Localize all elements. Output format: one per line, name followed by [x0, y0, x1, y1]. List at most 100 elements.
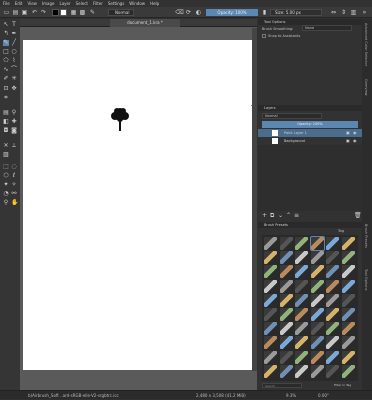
brush-preset-item[interactable]	[326, 336, 339, 350]
brush-preset-item[interactable]	[309, 236, 325, 251]
brush-preset-item[interactable]	[326, 293, 339, 307]
magnetic-select-icon[interactable]: ⚯	[11, 191, 17, 197]
blend-mode-select[interactable]: Normal	[108, 9, 134, 16]
brush-preset-item[interactable]	[310, 265, 324, 279]
brush-preset-item[interactable]	[295, 336, 308, 350]
crop-tool-icon[interactable]: ⌗	[3, 95, 9, 101]
brush-preset-item[interactable]	[279, 322, 293, 336]
elliptical-select-icon[interactable]: ◌	[11, 164, 17, 170]
brush-preset-item[interactable]	[341, 322, 355, 336]
enclose-fill-icon[interactable]: ◙	[11, 128, 17, 134]
similar-select-icon[interactable]: ✧	[11, 182, 17, 188]
brush-preset-item[interactable]	[341, 279, 355, 293]
add-layer-icon[interactable]: +	[262, 212, 267, 219]
brush-tag-select[interactable]: Tag	[338, 229, 344, 233]
color-picker-icon[interactable]: ⚲	[11, 110, 17, 116]
brush-preset-item[interactable]	[295, 265, 308, 279]
move-tool-icon[interactable]: ✥	[11, 86, 17, 92]
rectangular-select-icon[interactable]: ⬚	[3, 164, 9, 170]
document-tab[interactable]: document_1.kra *	[110, 19, 180, 27]
line-tool-icon[interactable]: ╱	[11, 40, 17, 46]
save-document-icon[interactable]: ▣	[21, 9, 28, 16]
undo-icon[interactable]: ↶	[31, 9, 38, 16]
brush-preset-item[interactable]	[310, 364, 324, 378]
menu-edit[interactable]: Edit	[15, 0, 23, 7]
background-color-swatch[interactable]	[60, 9, 67, 16]
brush-preset-item[interactable]	[310, 279, 324, 293]
pan-tool-icon[interactable]: ✋	[11, 200, 18, 206]
ellipse-tool-icon[interactable]: ○	[11, 49, 17, 55]
brush-preset-item[interactable]	[295, 293, 308, 307]
smart-patch-icon[interactable]: ✚	[11, 119, 17, 125]
freehand-select-icon[interactable]: ℓ	[11, 173, 17, 179]
mirror-vertical-icon[interactable]: ⇕	[340, 9, 347, 16]
layer-lock-icon[interactable]: ▣	[346, 137, 350, 145]
menu-settings[interactable]: Settings	[108, 0, 124, 7]
menu-more-icon[interactable]: »	[361, 9, 368, 16]
brush-preset-item[interactable]	[264, 322, 277, 336]
brush-preset-item[interactable]	[264, 237, 277, 250]
brush-preset-item[interactable]	[295, 279, 308, 293]
reference-images-icon[interactable]: ▨	[3, 152, 9, 158]
new-document-icon[interactable]: ▭	[3, 9, 10, 16]
fill-tool-icon[interactable]: ◘	[3, 128, 9, 134]
eraser-mode-icon[interactable]: ⌫	[175, 9, 183, 16]
brush-preset-item[interactable]	[326, 251, 339, 265]
menu-view[interactable]: View	[27, 0, 37, 7]
assistant-tool-icon[interactable]: ✕	[3, 143, 9, 149]
docker-tab-brush-presets[interactable]: Brush Presets	[364, 224, 368, 248]
layer-up-icon[interactable]: ⌃	[286, 212, 291, 219]
brush-preset-item[interactable]	[295, 237, 308, 250]
brush-preset-item[interactable]	[310, 293, 324, 307]
brush-preset-item[interactable]	[341, 265, 355, 279]
mirror-horizontal-icon[interactable]: ⇔	[330, 9, 337, 16]
layer-opacity-slider[interactable]: Opacity: 100%	[262, 121, 358, 128]
bezier-tool-icon[interactable]: ∿	[3, 67, 9, 73]
brush-preset-item[interactable]	[326, 350, 339, 364]
docker-tab-overview[interactable]: Overview	[364, 79, 368, 95]
layer-visibility-icon[interactable]: ◉	[353, 137, 357, 145]
reload-preset-icon[interactable]: ⟳	[185, 9, 192, 16]
brush-preset-item[interactable]	[279, 279, 293, 293]
menu-window[interactable]: Window	[129, 0, 145, 7]
size-slider[interactable]: Size: 5.00 px	[270, 9, 322, 16]
mirror-icon[interactable]: ▮	[261, 9, 268, 16]
edit-shapes-icon[interactable]: ↰	[3, 31, 9, 37]
brush-preset-item[interactable]	[279, 336, 293, 350]
polygonal-select-icon[interactable]: ⬡	[3, 173, 9, 179]
polyline-tool-icon[interactable]: ⌇	[11, 58, 17, 64]
select-shapes-icon[interactable]: ↖	[3, 22, 9, 28]
colorize-mask-icon[interactable]: ◧	[3, 119, 9, 125]
canvas-vertical-scrollbar[interactable]	[252, 28, 257, 371]
brush-preset-item[interactable]	[326, 364, 339, 378]
open-document-icon[interactable]: ▤	[12, 9, 19, 16]
brush-preset-item[interactable]	[279, 237, 293, 250]
brush-preset-item[interactable]	[279, 308, 293, 321]
menu-help[interactable]: Help	[150, 0, 159, 7]
canvas-page[interactable]	[23, 40, 256, 370]
brush-preset-item[interactable]	[310, 322, 324, 336]
smoothing-select[interactable]: None	[302, 25, 352, 31]
pattern-icon[interactable]: ▩	[79, 9, 86, 16]
snap-checkbox[interactable]	[262, 34, 266, 38]
contiguous-select-icon[interactable]: ✦	[3, 182, 9, 188]
layer-blend-select[interactable]: Normal	[262, 113, 322, 119]
brush-preset-item[interactable]	[310, 251, 324, 265]
bezier-select-icon[interactable]: ◔	[3, 191, 9, 197]
multibrush-icon[interactable]: ✳	[11, 76, 17, 82]
brush-preset-item[interactable]	[341, 308, 355, 321]
menu-image[interactable]: Image	[42, 0, 55, 7]
brush-preset-item[interactable]	[295, 322, 308, 336]
brush-preset-item[interactable]	[341, 350, 355, 364]
brush-preset-item[interactable]	[279, 293, 293, 307]
brush-preset-item[interactable]	[295, 308, 308, 321]
brush-preset-item[interactable]	[264, 350, 277, 364]
fill-gradient-icon[interactable]: ▦	[70, 9, 77, 16]
rectangle-tool-icon[interactable]: □	[3, 49, 9, 55]
menu-filter[interactable]: Filter	[93, 0, 103, 7]
alpha-lock-icon[interactable]: ◐	[195, 9, 202, 16]
brush-preset-item[interactable]	[279, 265, 293, 279]
opacity-slider[interactable]: Opacity: 100%	[206, 9, 258, 16]
zoom-tool-icon[interactable]: ⚲	[3, 200, 9, 206]
layer-row-paint[interactable]: Paint Layer 1 ▣ ◉	[258, 129, 362, 137]
